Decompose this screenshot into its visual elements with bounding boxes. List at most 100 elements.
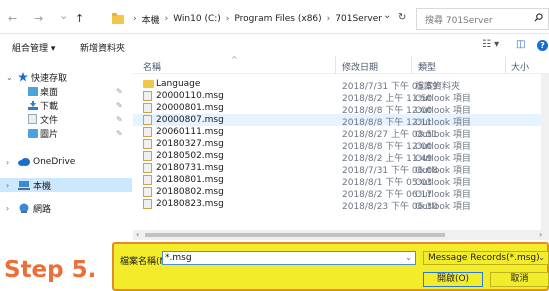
star-icon [18, 72, 28, 82]
chevron-down-icon[interactable]: ⌄ [405, 252, 412, 264]
sidebar-item-label: 本機 [33, 181, 52, 192]
file-name: 20060111.msg [156, 127, 224, 137]
column-divider[interactable] [335, 56, 336, 74]
list-item[interactable]: 20180502.msg 2018/8/2 上午 11:49 Outlook 項… [133, 150, 543, 164]
sidebar-item-documents[interactable]: 文件 ✎ [0, 112, 132, 126]
breadcrumb-separator: › [225, 14, 230, 24]
breadcrumb-separator: › [164, 14, 169, 24]
list-item[interactable]: 20180802.msg 2018/8/2 下午 06:17 Outlook 項… [133, 186, 543, 200]
file-name: 20180802.msg [156, 187, 224, 197]
chevron-right-icon[interactable]: › [6, 181, 9, 190]
cancel-button[interactable]: 取消 [490, 272, 549, 287]
file-list: Language 2018/7/31 下午 05:59 檔案資料夾 200001… [133, 78, 543, 240]
filetype-select[interactable]: Message Records(*.msg) ⌄ [423, 251, 549, 265]
sidebar-item-onedrive[interactable]: › OneDrive [0, 155, 132, 169]
pin-icon[interactable]: ✎ [116, 101, 123, 110]
breadcrumb[interactable]: › 本機 › Win10 (C:) › Program Files (x86) … [108, 8, 410, 30]
list-item[interactable]: Language 2018/7/31 下午 05:59 檔案資料夾 [133, 78, 543, 92]
pin-icon[interactable]: ✎ [116, 129, 123, 138]
sidebar-item-label: 快速存取 [31, 73, 68, 84]
file-name: 20180327.msg [156, 139, 224, 149]
breadcrumb-separator: › [133, 14, 137, 24]
command-toolbar: 組合管理 ▾ 新增資料夾 ☷ ▾ ◫ ? [0, 34, 549, 56]
msg-file-icon [143, 115, 152, 125]
navigation-pane: ⌄ 快速存取 桌面 ✎ 下載 ✎ 文件 ✎ 圖片 ✎ › OneDrive › [0, 56, 132, 240]
chevron-down-icon[interactable]: ⌄ [538, 252, 545, 264]
column-header-type[interactable]: 類型 [418, 60, 436, 73]
pictures-icon [28, 129, 38, 138]
desktop-icon [28, 87, 38, 96]
sidebar-item-downloads[interactable]: 下載 ✎ [0, 98, 132, 112]
pin-icon[interactable]: ✎ [116, 87, 123, 96]
sidebar-item-this-pc[interactable]: › 本機 [0, 178, 132, 192]
preview-pane-icon[interactable]: ◫ [516, 39, 525, 50]
back-arrow-icon[interactable]: ← [8, 12, 17, 25]
filetype-value: Message Records(*.msg) [428, 253, 540, 263]
breadcrumb-this-pc[interactable]: 本機 [142, 13, 160, 26]
folder-icon [143, 80, 154, 88]
search-placeholder: 搜尋 701Server [425, 15, 493, 26]
sidebar-item-network[interactable]: › 網路 [0, 201, 132, 215]
list-item[interactable]: 20000110.msg 2018/8/2 上午 11:50 Outlook 項… [133, 90, 543, 104]
network-icon [18, 203, 29, 213]
msg-file-icon [143, 199, 152, 209]
organize-button[interactable]: 組合管理 ▾ [12, 41, 55, 54]
refresh-icon[interactable]: ↻ [398, 12, 406, 23]
recent-locations-icon[interactable]: ⌄ [59, 9, 68, 22]
sidebar-item-desktop[interactable]: 桌面 ✎ [0, 84, 132, 98]
list-item[interactable]: 20000801.msg 2018/8/8 下午 12:00 Outlook 項… [133, 102, 543, 116]
sidebar-item-label: 網路 [33, 204, 52, 215]
column-header-size[interactable]: 大小 [511, 60, 529, 73]
up-arrow-icon[interactable]: ↑ [75, 12, 84, 25]
pin-icon[interactable]: ✎ [116, 115, 123, 124]
breadcrumb-701server[interactable]: 701Server [335, 14, 382, 24]
breadcrumb-separator: › [326, 14, 331, 24]
msg-file-icon [143, 127, 152, 137]
open-button[interactable]: 開啟(O) [423, 272, 483, 287]
view-options-icon[interactable]: ☷ ▾ [482, 39, 499, 50]
breadcrumb-drive[interactable]: Win10 (C:) [173, 14, 221, 24]
list-item[interactable]: 20180731.msg 2018/7/31 下午 06:08 Outlook … [133, 162, 543, 176]
list-item[interactable]: 20180823.msg 2018/8/23 下午 06:30 Outlook … [133, 198, 543, 212]
chevron-down-icon[interactable]: ⌄ [6, 73, 13, 82]
file-name: 20180823.msg [156, 199, 224, 209]
search-icon[interactable] [534, 13, 543, 25]
documents-icon [28, 114, 37, 124]
file-name: 20000807.msg [156, 115, 224, 125]
column-divider[interactable] [505, 56, 506, 74]
folder-icon [112, 12, 124, 24]
step-annotation: Step 5. [4, 257, 97, 283]
filename-input[interactable]: *.msg ⌄ [162, 251, 416, 265]
sidebar-item-quick-access[interactable]: ⌄ 快速存取 [0, 70, 132, 84]
horizontal-scrollbar[interactable]: ‹ › [133, 230, 549, 240]
sidebar-item-label: 圖片 [40, 129, 59, 140]
computer-icon [18, 181, 30, 190]
breadcrumb-program-files[interactable]: Program Files (x86) [234, 14, 321, 24]
chevron-right-icon[interactable]: › [6, 158, 9, 167]
list-item[interactable]: 20180327.msg 2018/8/8 下午 12:00 Outlook 項… [133, 138, 543, 152]
scroll-right-icon[interactable]: › [539, 230, 542, 239]
sidebar-item-label: 桌面 [40, 87, 59, 98]
path-dropdown-icon[interactable]: ⌄ [383, 10, 391, 21]
help-icon[interactable]: ? [537, 40, 548, 51]
scroll-left-icon[interactable]: ‹ [136, 230, 139, 239]
column-header-name[interactable]: 名稱 [143, 60, 161, 73]
chevron-right-icon[interactable]: › [6, 204, 9, 213]
list-item[interactable]: 20060111.msg 2018/8/27 上午 08:51 Outlook … [133, 126, 543, 140]
list-item-selected[interactable]: 20000807.msg 2018/8/8 下午 12:11 Outlook 項… [133, 114, 543, 128]
file-name: Language [156, 79, 201, 89]
search-input[interactable]: 搜尋 701Server [416, 8, 549, 30]
sort-ascending-icon: ^ [231, 55, 238, 64]
column-header-date[interactable]: 修改日期 [342, 60, 378, 73]
scrollbar-thumb[interactable] [145, 233, 445, 237]
sidebar-item-pictures[interactable]: 圖片 ✎ [0, 126, 132, 140]
new-folder-button[interactable]: 新增資料夾 [80, 41, 125, 54]
vertical-scrollbar[interactable] [541, 74, 549, 240]
file-name-panel-highlight: 檔案名稱(N): *.msg ⌄ Message Records(*.msg) … [112, 242, 549, 291]
column-divider[interactable] [411, 56, 412, 74]
list-item[interactable]: 20180801.msg 2018/8/1 下午 05:03 Outlook 項… [133, 174, 543, 188]
msg-file-icon [143, 175, 152, 185]
msg-file-icon [143, 163, 152, 173]
forward-arrow-icon[interactable]: → [34, 12, 43, 25]
file-name: 20000801.msg [156, 103, 224, 113]
